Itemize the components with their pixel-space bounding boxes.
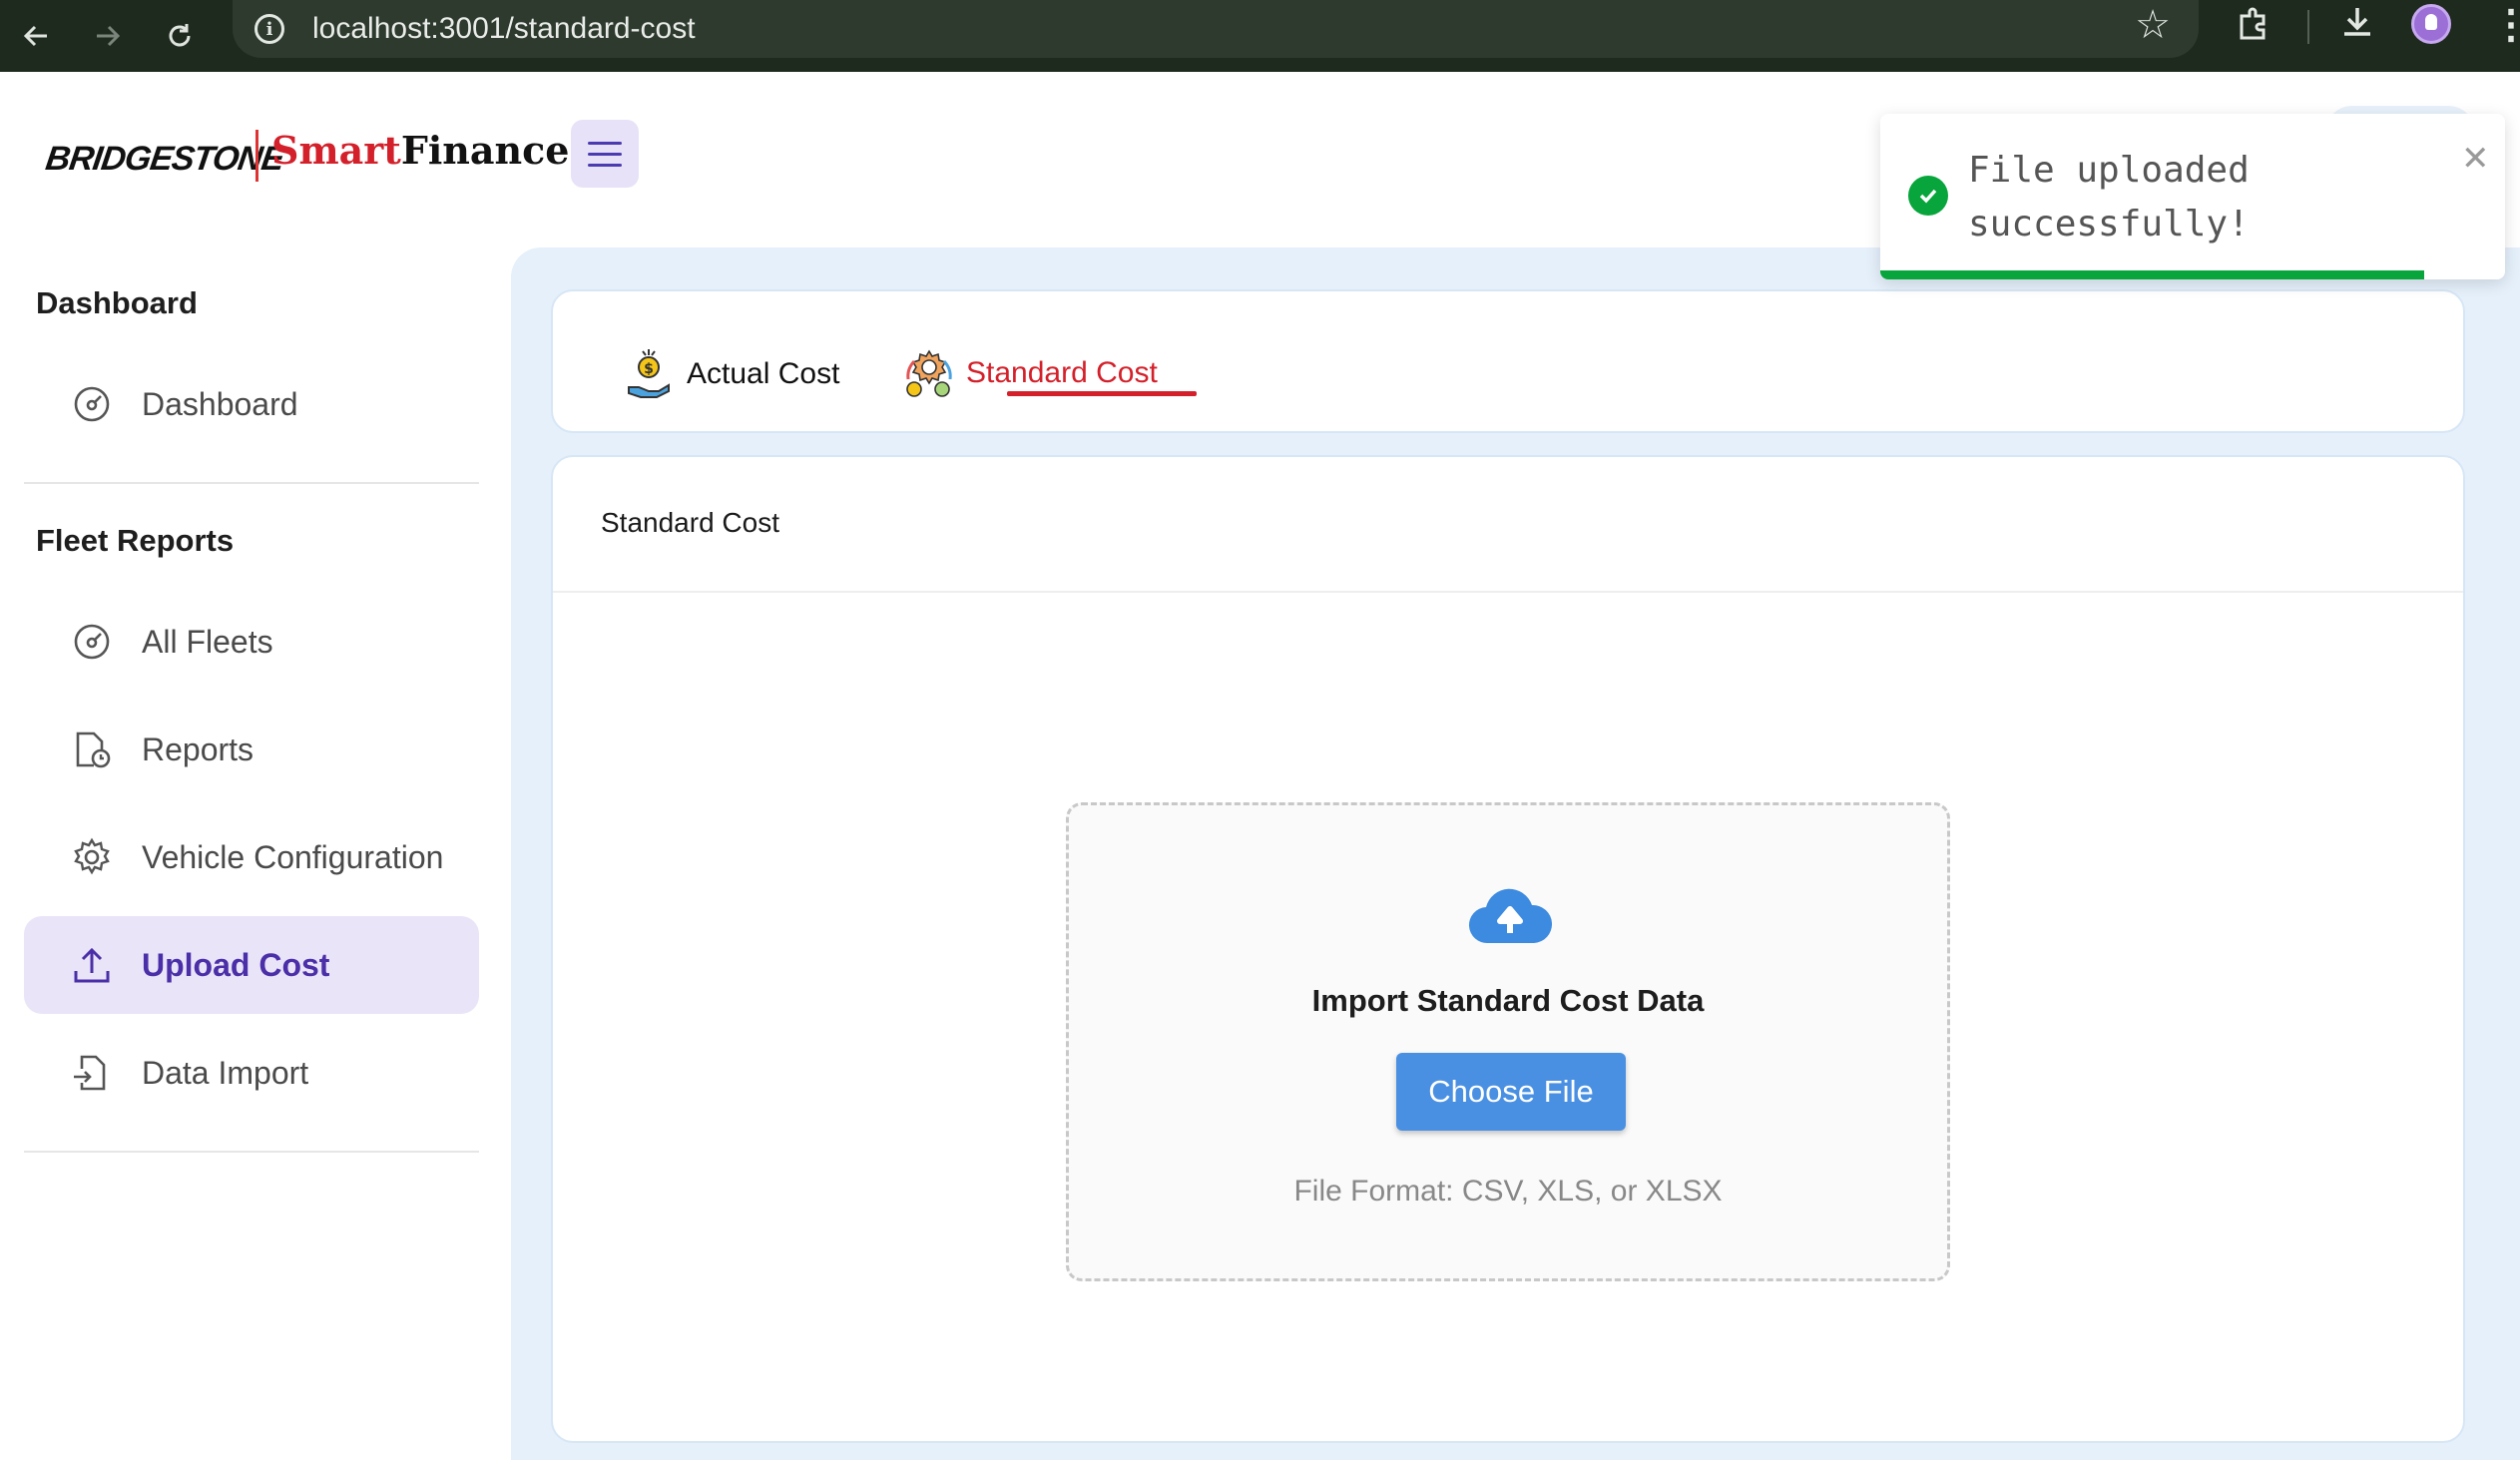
sidebar-item-vehicle-configuration[interactable]: Vehicle Configuration <box>24 808 479 906</box>
sidebar: Dashboard Dashboard Fleet Reports All Fl… <box>0 249 511 1460</box>
gauge-icon <box>72 622 112 662</box>
sidebar-divider <box>24 482 479 484</box>
download-icon[interactable] <box>2339 4 2375 50</box>
money-hand-icon: $ <box>628 349 670 398</box>
logo-divider <box>255 130 258 182</box>
sidebar-item-all-fleets[interactable]: All Fleets <box>24 593 479 691</box>
standard-cost-card: Standard Cost Import Standard Cost Data … <box>551 455 2465 1443</box>
choose-file-button[interactable]: Choose File <box>1396 1053 1626 1131</box>
card-title: Standard Cost <box>601 507 779 538</box>
toast-message: File uploaded successfully! <box>1968 150 2250 244</box>
sidebar-section-fleet-reports: Fleet Reports <box>36 523 235 558</box>
close-icon[interactable]: ✕ <box>2461 142 2490 176</box>
kebab-icon[interactable]: ⋮ <box>2491 2 2520 48</box>
star-icon[interactable]: ☆ <box>2135 2 2171 48</box>
file-import-icon <box>72 1053 112 1093</box>
upload-icon <box>72 945 112 985</box>
card-divider <box>553 591 2463 593</box>
sidebar-item-label: Reports <box>142 730 254 767</box>
info-icon[interactable]: i <box>254 14 284 44</box>
cloud-upload-icon <box>1468 883 1553 952</box>
address-url[interactable]: localhost:3001/standard-cost <box>312 12 696 46</box>
sidebar-item-label: Vehicle Configuration <box>142 838 444 875</box>
sidebar-item-reports[interactable]: Reports <box>24 701 479 798</box>
sidebar-item-upload-cost[interactable]: Upload Cost <box>24 916 479 1014</box>
sidebar-item-dashboard[interactable]: Dashboard <box>24 355 479 453</box>
sidebar-section-dashboard: Dashboard <box>36 285 198 320</box>
gear-icon <box>72 837 112 877</box>
address-bar[interactable]: i localhost:3001/standard-cost ☆ <box>233 0 2199 58</box>
tab-label: Actual Cost <box>687 357 840 390</box>
profile-avatar[interactable] <box>2411 4 2451 44</box>
money-gear-icon <box>906 349 952 397</box>
puzzle-icon[interactable] <box>2236 6 2275 46</box>
logo-smart-text: Smart <box>271 128 401 173</box>
back-icon[interactable] <box>8 8 64 64</box>
smartfinance-logo: SmartFinance <box>271 128 569 173</box>
sidebar-item-data-import[interactable]: Data Import <box>24 1024 479 1122</box>
reload-icon[interactable] <box>152 8 208 64</box>
toast-progress-bar <box>1880 270 2424 279</box>
success-toast: File uploaded successfully! ✕ <box>1880 114 2505 279</box>
browser-toolbar: i localhost:3001/standard-cost ☆ ⋮ <box>0 0 2520 72</box>
forward-icon[interactable] <box>80 8 136 64</box>
report-clock-icon <box>72 730 112 769</box>
dropzone-title: Import Standard Cost Data <box>1311 983 1705 1018</box>
file-format-hint: File Format: CSV, XLS, or XLSX <box>1293 1175 1723 1208</box>
sidebar-item-label: All Fleets <box>142 623 273 660</box>
gauge-icon <box>72 384 112 424</box>
cost-tabs: $ Actual Cost Standard Cost <box>551 289 2465 433</box>
logo-finance-text: Finance <box>400 128 570 173</box>
sidebar-item-label: Data Import <box>142 1054 309 1091</box>
hamburger-icon[interactable] <box>571 120 639 188</box>
toolbar-divider <box>2307 10 2309 44</box>
main-content: $ Actual Cost Standard Cost Standard Cos… <box>511 247 2520 1460</box>
sidebar-item-label: Upload Cost <box>142 946 330 983</box>
svg-text:$: $ <box>644 361 654 377</box>
sidebar-divider <box>24 1151 479 1153</box>
tab-label: Standard Cost <box>966 356 1158 389</box>
bridgestone-logo: BRIDGESTONE <box>43 140 286 178</box>
sidebar-item-label: Dashboard <box>142 385 298 422</box>
file-dropzone[interactable]: Import Standard Cost Data Choose File Fi… <box>1066 802 1950 1281</box>
tab-actual-cost[interactable]: $ Actual Cost <box>625 347 839 401</box>
check-circle-icon <box>1908 176 1948 216</box>
active-tab-indicator <box>1007 391 1197 396</box>
